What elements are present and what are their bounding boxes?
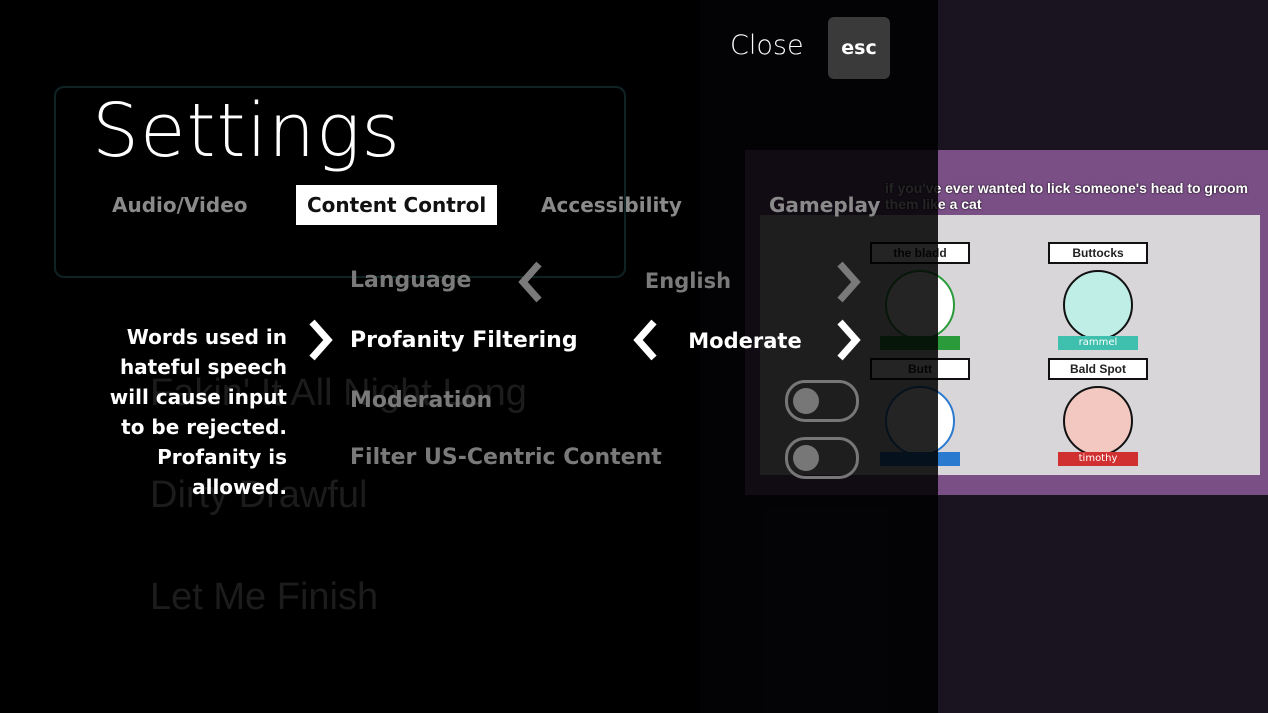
- toggle-knob: [793, 388, 819, 414]
- moderation-toggle[interactable]: [785, 380, 859, 422]
- chevron-right-icon[interactable]: [830, 318, 864, 362]
- setting-language-label: Language: [350, 268, 472, 293]
- card-player: rammel: [1058, 336, 1138, 350]
- setting-profanity-label[interactable]: Profanity Filtering: [350, 328, 578, 353]
- answer-card: Bald Spot timothy: [1048, 358, 1148, 466]
- chevron-left-icon[interactable]: [515, 260, 549, 304]
- language-value: English: [644, 269, 732, 293]
- tab-content-control[interactable]: Content Control: [296, 185, 498, 225]
- tab-accessibility[interactable]: Accessibility: [541, 185, 682, 225]
- setting-moderation-label: Moderation: [350, 388, 493, 413]
- chevron-left-icon[interactable]: [630, 318, 664, 362]
- us-centric-toggle[interactable]: [785, 437, 859, 479]
- card-name: Buttocks: [1048, 242, 1148, 264]
- chevron-right-icon[interactable]: [830, 260, 864, 304]
- card-player: timothy: [1058, 452, 1138, 466]
- tab-audio-video[interactable]: Audio/Video: [112, 185, 248, 225]
- card-avatar: [1063, 386, 1133, 456]
- card-name: Bald Spot: [1048, 358, 1148, 380]
- esc-key-button[interactable]: esc: [828, 17, 890, 79]
- tab-gameplay[interactable]: Gameplay: [769, 185, 880, 225]
- answer-card: Buttocks rammel: [1048, 242, 1148, 350]
- profanity-value: Moderate: [688, 329, 802, 353]
- setting-us-centric-label: Filter US-Centric Content: [350, 445, 662, 470]
- selection-indicator-icon: [302, 318, 336, 362]
- game-prompt: if you've ever wanted to lick someone's …: [885, 180, 1248, 212]
- setting-description: Words used in hateful speech will cause …: [109, 325, 287, 499]
- close-button[interactable]: Close: [730, 30, 804, 61]
- toggle-knob: [793, 445, 819, 471]
- card-avatar: [1063, 270, 1133, 340]
- page-title: Settings: [92, 88, 401, 174]
- menu-item-bg: Let Me Finish: [150, 576, 379, 618]
